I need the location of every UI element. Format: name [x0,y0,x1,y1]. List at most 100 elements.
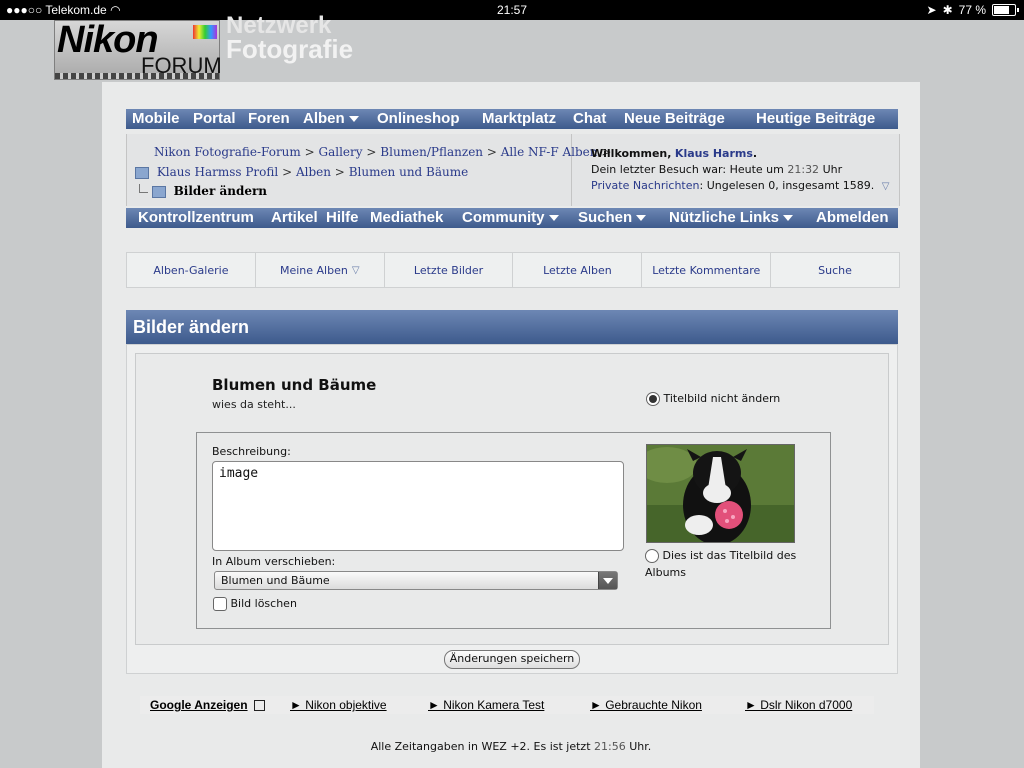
ads-bar: Google Anzeigen ► Nikon objektive ► Niko… [140,696,874,714]
delete-checkbox[interactable] [213,597,227,611]
nav-alben-label: Alben [303,110,345,127]
breadcrumb-line-3: Bilder ändern [139,184,267,198]
image-thumbnail[interactable] [646,444,795,543]
nav-heutige-beitraege[interactable]: Heutige Beiträge [756,110,875,127]
crumb-forum[interactable]: Nikon Fotografie-Forum [154,145,301,159]
crumb-separator: > [486,145,497,159]
folder-icon [135,166,149,179]
album-subnav: Alben-Galerie Meine Alben ▽ Letzte Bilder… [126,252,900,288]
ios-status-bar: ●●●○○ Telekom.de ◠ 21:57 ➤ ✱ 77 % [0,0,1024,20]
last-visit-label: Dein letzter Besuch war: Heute um [591,163,784,176]
crumb-alle-alben[interactable]: Alle NF-F Alben [501,145,598,159]
crumb-alben[interactable]: Alben [296,165,331,179]
crumb-gallery[interactable]: Gallery [319,145,363,159]
cover-radio[interactable] [645,549,659,563]
folder-open-icon [151,185,166,198]
ad-link-3[interactable]: ► Gebrauchte Nikon [590,698,702,712]
description-textarea[interactable]: image [212,461,624,551]
battery-percent: 77 % [958,3,986,17]
nav-kontrollzentrum[interactable]: Kontrollzentrum [138,209,254,226]
move-album-select[interactable]: Blumen und Bäume [214,571,618,590]
nav-portal[interactable]: Portal [193,110,236,127]
tab-label: Meine Alben [279,263,348,277]
dropdown-icon: ▽ [351,264,360,276]
tree-branch-icon [139,184,148,193]
panel-title: Bilder ändern [126,310,898,344]
user-link[interactable]: Klaus Harms [675,147,753,160]
tab-label: Letzte Bilder [413,263,484,277]
breadcrumb-line-1: Nikon Fotografie-Forum > Gallery > Blume… [154,145,611,159]
keep-cover-option[interactable]: Titelbild nicht ändern [646,392,780,406]
second-navbar: Kontrollzentrum Artikel Hilfe Mediathek … [126,208,898,228]
dog-photo [647,445,794,542]
description-label: Beschreibung: [212,445,291,458]
image-edit-box: Beschreibung: image In Album verschieben… [196,432,831,629]
nav-marktplatz[interactable]: Marktplatz [482,110,556,127]
nav-alben[interactable]: Alben [303,110,359,127]
crumb-blumen[interactable]: Blumen/Pflanzen [380,145,483,159]
cover-option[interactable]: Dies ist das Titelbild des Albums [645,547,815,581]
tab-meine-alben[interactable]: Meine Alben ▽ [256,253,385,287]
save-button[interactable]: Änderungen speichern [444,650,580,669]
chevron-down-icon [548,215,559,222]
ad-link-4[interactable]: ► Dslr Nikon d7000 [745,698,852,712]
footer-time-value: 21:56 [594,740,626,753]
edit-image-panel: Blumen und Bäume wies da steht... Titelb… [126,344,898,674]
nav-community[interactable]: Community [462,209,559,226]
ads-label[interactable]: Google Anzeigen [150,698,248,712]
breadcrumb: Nikon Fotografie-Forum > Gallery > Blume… [127,134,611,206]
footer-prefix: Alle Zeitangaben in WEZ +2. Es ist jetzt [370,740,591,753]
nav-neue-beitraege[interactable]: Neue Beiträge [624,110,725,127]
battery-icon [992,4,1019,16]
delete-option[interactable]: Bild löschen [213,597,297,611]
breadcrumb-line-2: Klaus Harmss Profil > Alben > Blumen und… [135,165,468,179]
nav-chat[interactable]: Chat [573,110,606,127]
nav-hilfe[interactable]: Hilfe [326,209,359,226]
nav-artikel[interactable]: Artikel [271,209,318,226]
nav-community-label: Community [462,209,545,226]
tab-letzte-alben[interactable]: Letzte Alben [513,253,643,287]
battery-fill [994,6,1009,14]
crumb-profil[interactable]: Klaus Harmss Profil [157,165,278,179]
welcome-line: Willkommen, Klaus Harms. [591,147,758,160]
tab-label: Letzte Kommentare [652,263,761,277]
tab-alben-galerie[interactable]: Alben-Galerie [127,253,256,287]
crumb-separator: > [334,165,345,179]
current-page-crumb: Bilder ändern [173,184,268,198]
crumb-album[interactable]: Blumen und Bäume [349,165,469,179]
nav-mobile[interactable]: Mobile [132,110,180,127]
tab-label: Suche [818,263,852,277]
external-link-icon[interactable] [253,699,265,711]
tab-letzte-kommentare[interactable]: Letzte Kommentare [642,253,772,287]
status-right: ➤ ✱ 77 % [926,3,1019,17]
edit-form: Blumen und Bäume wies da steht... Titelb… [135,353,889,645]
dropdown-icon[interactable]: ▽ [882,179,890,195]
location-icon: ➤ [926,3,937,17]
nav-foren[interactable]: Foren [248,110,290,127]
page-container: Mobile Portal Foren Alben Onlineshop Mar… [102,82,920,768]
clock: 21:57 [496,3,528,17]
tab-suche[interactable]: Suche [771,253,899,287]
pm-link[interactable]: Private Nachrichten [591,179,700,192]
pm-counts: : Ungelesen 0, insgesamt 1589. [699,179,875,192]
welcome-greeting: Willkommen, [591,147,672,160]
chevron-down-icon [636,215,647,222]
crumb-separator: > [304,145,315,159]
ad-link-1[interactable]: ► Nikon objektive [290,698,387,712]
nav-abmelden[interactable]: Abmelden [816,209,889,226]
footer-suffix: Uhr. [629,740,652,753]
nav-nuetzliche-links-label: Nützliche Links [669,209,780,226]
crumb-separator: > [282,165,293,179]
nav-mediathek[interactable]: Mediathek [370,209,443,226]
logo-color-strip [193,25,217,39]
nikon-forum-logo[interactable]: Nikon FORUM [54,19,222,80]
site-header: Nikon FORUM Netzwerk Fotografie [0,12,1024,82]
nav-onlineshop[interactable]: Onlineshop [377,110,460,127]
tab-letzte-bilder[interactable]: Letzte Bilder [385,253,514,287]
keep-cover-radio[interactable] [646,392,660,406]
nav-nuetzliche-links[interactable]: Nützliche Links [669,209,794,226]
ad-link-2[interactable]: ► Nikon Kamera Test [428,698,544,712]
last-visit-time: 21:32 [787,163,820,176]
crumb-separator: > [366,145,377,159]
nav-suchen[interactable]: Suchen [578,209,647,226]
